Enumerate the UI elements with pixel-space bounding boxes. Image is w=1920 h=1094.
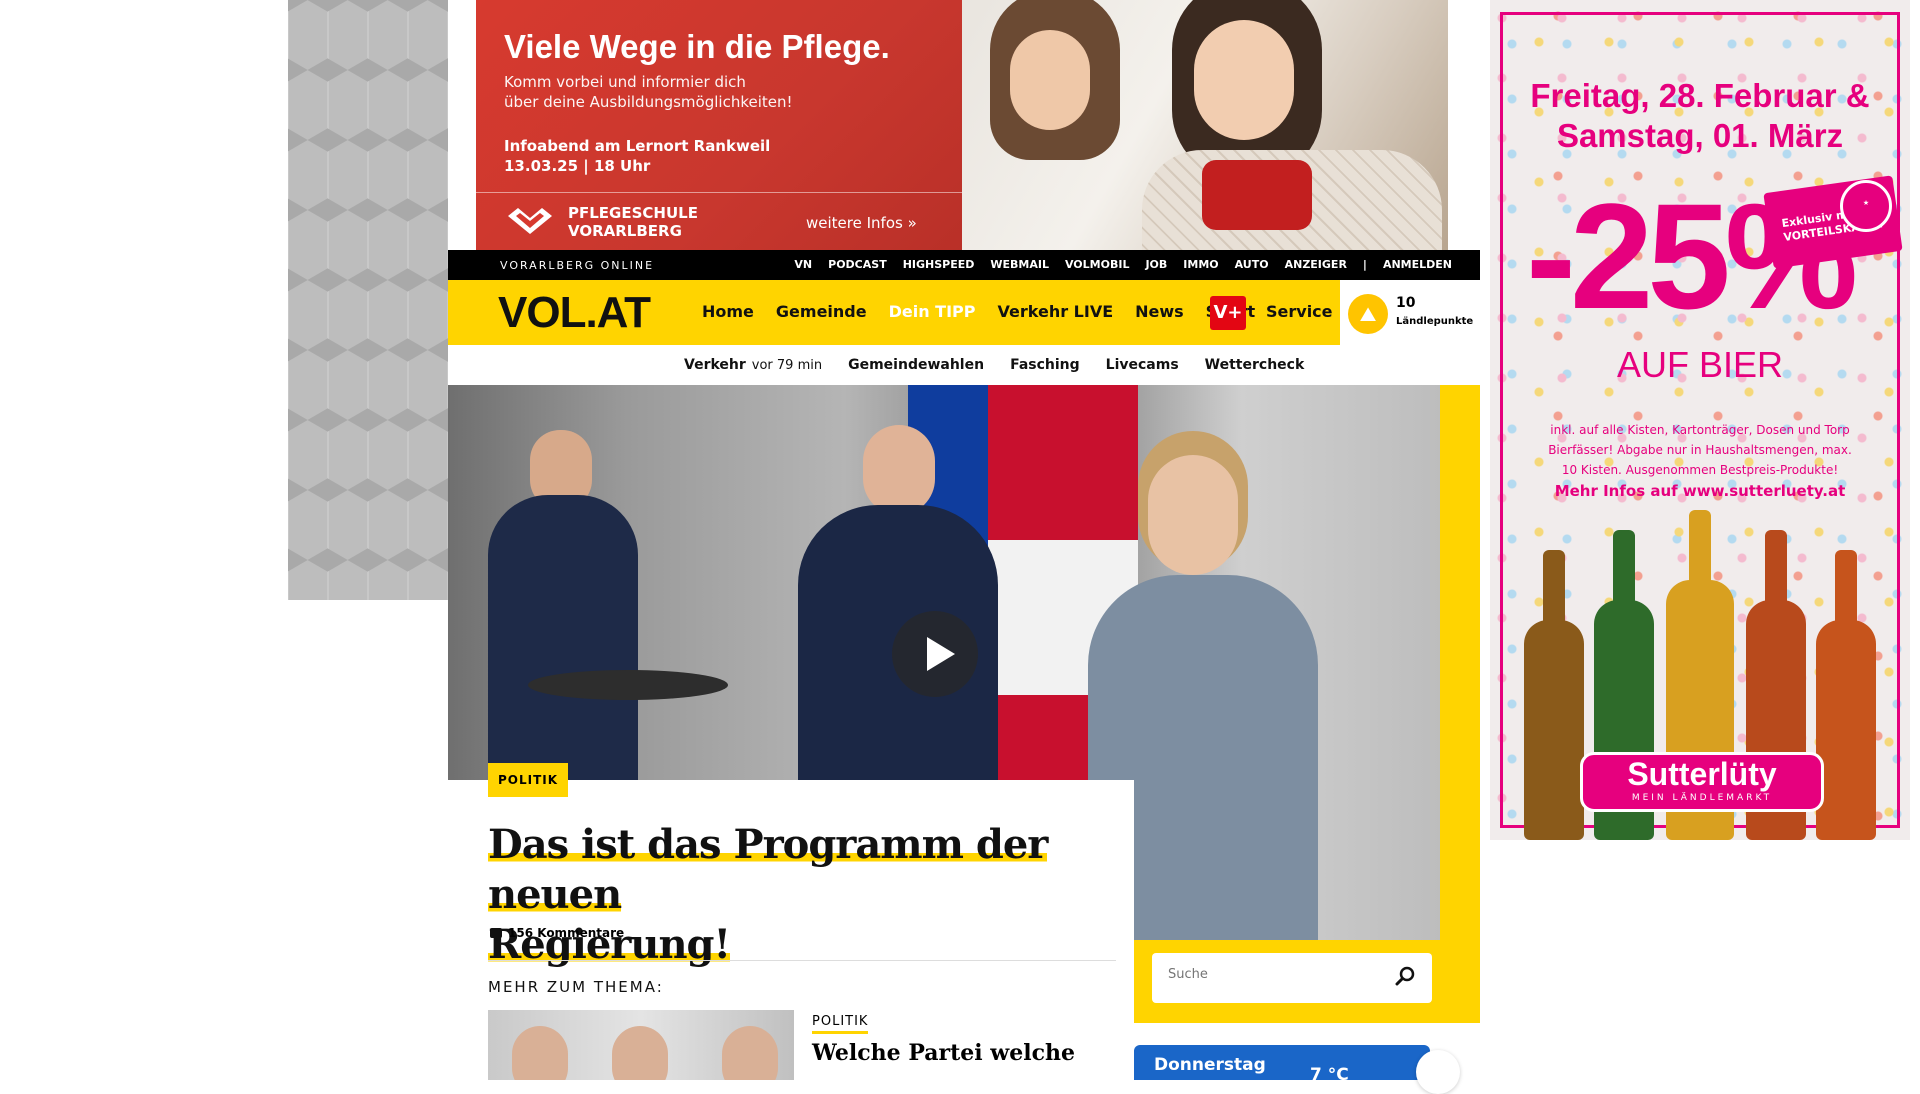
main-navigation: VOL.AT Home Gemeinde Dein TIPP Verkehr L… bbox=[448, 280, 1480, 345]
comment-icon bbox=[490, 928, 502, 938]
subnav-verkehr-label: Verkehr bbox=[684, 357, 746, 373]
seal-icon: ★ bbox=[1840, 180, 1892, 232]
banner-more-link[interactable]: weitere Infos » bbox=[806, 214, 917, 232]
beer-bottle-1 bbox=[1524, 620, 1584, 840]
points-label: Ländlepunkte bbox=[1396, 316, 1474, 327]
thumb-face-3 bbox=[722, 1026, 778, 1080]
banner-logo-text: PFLEGESCHULE VORARLBERG bbox=[568, 204, 698, 240]
topbar-links: VN PODCAST HIGHSPEED WEBMAIL VOLMOBIL JO… bbox=[794, 258, 1452, 271]
subnav-item-wettercheck[interactable]: Wettercheck bbox=[1205, 357, 1305, 373]
search-icon[interactable] bbox=[1394, 965, 1416, 987]
banner-subtitle: Komm vorbei und informier dich über dein… bbox=[504, 72, 884, 112]
divider bbox=[488, 960, 1116, 961]
related-section-label: MEHR ZUM THEMA: bbox=[488, 978, 664, 996]
weather-temp: 7 °C bbox=[1310, 1065, 1349, 1085]
service-topbar: VORARLBERG ONLINE VN PODCAST HIGHSPEED W… bbox=[448, 250, 1480, 280]
ad-brand-name: Sutterlüty bbox=[1627, 756, 1777, 792]
sub-navigation: Verkehr vor 79 min Gemeindewahlen Faschin… bbox=[448, 345, 1480, 385]
topbar-link-webmail[interactable]: WEBMAIL bbox=[990, 258, 1049, 271]
nav-item-home[interactable]: Home bbox=[702, 302, 754, 321]
nav-items: Home Gemeinde Dein TIPP Verkehr LIVE New… bbox=[702, 302, 1255, 321]
nav-item-gemeinde[interactable]: Gemeinde bbox=[776, 302, 867, 321]
subnav-verkehr-time: vor 79 min bbox=[751, 358, 823, 373]
play-icon[interactable] bbox=[892, 611, 978, 697]
site-logo[interactable]: VOL.AT bbox=[498, 288, 651, 338]
banner-logo-line1: PFLEGESCHULE bbox=[568, 204, 698, 222]
beer-bottle-5 bbox=[1816, 620, 1876, 840]
subnav-item-fasching[interactable]: Fasching bbox=[1010, 357, 1080, 373]
banner-divider bbox=[476, 192, 962, 193]
category-tag[interactable]: POLITIK bbox=[488, 763, 569, 797]
article-headline[interactable]: Das ist das Programm der neuen Regierung… bbox=[488, 820, 1128, 970]
nav-item-service[interactable]: Service bbox=[1266, 302, 1333, 321]
topbar-link-vn[interactable]: VN bbox=[794, 258, 812, 271]
skyscraper-ad[interactable]: Freitag, 28. Februar & Samstag, 01. März… bbox=[1490, 0, 1910, 840]
sutterluety-logo: Sutterlüty MEIN LÄNDLEMARKT bbox=[1580, 752, 1824, 812]
headline-line1: Das ist das Programm der neuen bbox=[488, 821, 1048, 918]
search-panel bbox=[1134, 940, 1480, 1023]
ad-fine-print: inkl. auf alle Kisten, Kartonträger, Dos… bbox=[1548, 423, 1852, 477]
ad-date: Freitag, 28. Februar & Samstag, 01. März bbox=[1490, 76, 1910, 156]
mountain-icon: ⛰ bbox=[1348, 294, 1388, 334]
banner-face-right bbox=[1194, 20, 1294, 140]
weather-toggle-button[interactable] bbox=[1416, 1050, 1460, 1094]
topbar-link-highspeed[interactable]: HIGHSPEED bbox=[903, 258, 975, 271]
topbar-link-immo[interactable]: IMMO bbox=[1183, 258, 1218, 271]
subnav-item-gemeindewahlen[interactable]: Gemeindewahlen bbox=[848, 357, 984, 373]
search-input[interactable] bbox=[1168, 967, 1368, 982]
banner-text-panel: Viele Wege in die Pflege. Komm vorbei un… bbox=[476, 0, 962, 250]
weather-widget[interactable]: Donnerstag 7 °C bbox=[1134, 1045, 1430, 1085]
headline-card: POLITIK Das ist das Programm der neuen R… bbox=[448, 763, 1134, 1080]
topbar-link-podcast[interactable]: PODCAST bbox=[828, 258, 887, 271]
ad-brand-sub: MEIN LÄNDLEMARKT bbox=[1631, 793, 1773, 803]
top-banner-ad[interactable]: Viele Wege in die Pflege. Komm vorbei un… bbox=[476, 0, 1448, 250]
banner-logo-line2: VORARLBERG bbox=[568, 222, 682, 240]
podium-table bbox=[528, 670, 728, 700]
banner-red-object bbox=[1202, 160, 1312, 230]
subnav-item-verkehr[interactable]: Verkehr vor 79 min bbox=[684, 357, 822, 373]
ad-product: AUF BIER bbox=[1616, 344, 1784, 385]
vplus-button[interactable]: V+ bbox=[1210, 296, 1246, 330]
topbar-link-volmobil[interactable]: VOLMOBIL bbox=[1065, 258, 1129, 271]
laendlepunkte-widget[interactable]: ⛰ 10 Ländlepunkte bbox=[1340, 280, 1480, 345]
hero-side-accent bbox=[1440, 385, 1480, 1023]
ad-date-line2: Samstag, 01. März bbox=[1556, 117, 1844, 154]
topbar-link-auto[interactable]: AUTO bbox=[1235, 258, 1269, 271]
topbar-separator: | bbox=[1362, 258, 1367, 271]
search-box bbox=[1152, 953, 1432, 1003]
subnav-items: Verkehr vor 79 min Gemeindewahlen Faschin… bbox=[684, 357, 1304, 373]
topbar-link-job[interactable]: JOB bbox=[1145, 258, 1167, 271]
subnav-item-livecams[interactable]: Livecams bbox=[1106, 357, 1179, 373]
weather-day: Donnerstag bbox=[1154, 1055, 1266, 1075]
banner-event-line1: Infoabend am Lernort Rankweil bbox=[504, 137, 771, 155]
banner-subtitle-line1: Komm vorbei und informier dich bbox=[504, 73, 746, 91]
banner-subtitle-line2: über deine Ausbildungsmöglichkeiten! bbox=[504, 93, 793, 111]
related-title[interactable]: Welche Partei welche bbox=[812, 1040, 1075, 1066]
related-category[interactable]: POLITIK bbox=[812, 1014, 869, 1034]
heart-logo-icon bbox=[508, 208, 552, 234]
topbar-link-anzeiger[interactable]: ANZEIGER bbox=[1285, 258, 1347, 271]
comment-count[interactable]: 156 Kommentare bbox=[490, 926, 624, 940]
banner-event-line2: 13.03.25 | 18 Uhr bbox=[504, 157, 651, 175]
nav-item-verkehr-live[interactable]: Verkehr LIVE bbox=[998, 302, 1114, 321]
nav-item-dein-tipp[interactable]: Dein TIPP bbox=[889, 302, 976, 321]
nav-item-news[interactable]: News bbox=[1135, 302, 1184, 321]
login-link[interactable]: ANMELDEN bbox=[1383, 258, 1452, 271]
comment-count-label: 156 Kommentare bbox=[508, 926, 625, 940]
person-right-head bbox=[1148, 455, 1238, 575]
left-skin-ad[interactable] bbox=[288, 0, 448, 600]
thumb-face-2 bbox=[612, 1026, 668, 1080]
related-thumbnail[interactable] bbox=[488, 1010, 794, 1080]
thumb-face-1 bbox=[512, 1026, 568, 1080]
ad-date-line1: Freitag, 28. Februar & bbox=[1530, 77, 1870, 114]
banner-photo bbox=[962, 0, 1448, 250]
banner-face-left bbox=[1010, 30, 1090, 130]
banner-event: Infoabend am Lernort Rankweil 13.03.25 |… bbox=[504, 136, 770, 176]
person-center-head bbox=[863, 425, 935, 515]
banner-title: Viele Wege in die Pflege. bbox=[504, 28, 890, 65]
topbar-brand: VORARLBERG ONLINE bbox=[500, 259, 655, 272]
points-value: 10 bbox=[1396, 295, 1416, 311]
ad-url[interactable]: Mehr Infos auf www.sutterluety.at bbox=[1490, 482, 1910, 500]
